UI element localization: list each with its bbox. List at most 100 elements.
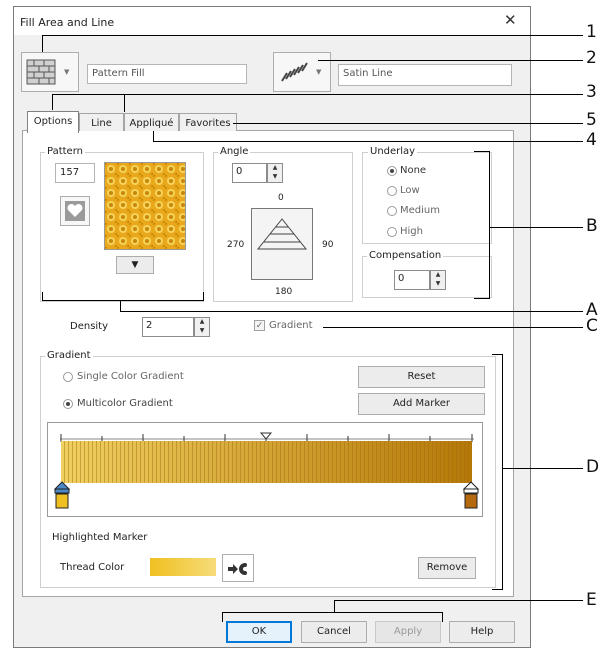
tab-options[interactable]: Options	[27, 111, 79, 133]
thread-color-picker-button[interactable]	[222, 554, 254, 582]
line-type-button[interactable]: ▼	[273, 52, 331, 92]
remove-marker-button[interactable]: Remove	[418, 557, 476, 579]
thread-color-swatch	[150, 558, 216, 576]
tab-line[interactable]: Line	[79, 113, 124, 131]
pattern-dropdown-button[interactable]: ▼	[116, 256, 154, 274]
callout-line-1-drop	[42, 35, 43, 52]
callout-line-e	[334, 600, 583, 601]
thread-color-label: Thread Color	[60, 562, 125, 573]
underlay-medium-label: Medium	[400, 205, 440, 216]
close-icon[interactable]: ✕	[504, 12, 517, 28]
tab-favorites[interactable]: Favorites	[179, 113, 237, 131]
callout-bracket-b	[489, 151, 490, 299]
compensation-spinner[interactable]: ▲ ▼	[430, 270, 446, 290]
apply-button: Apply	[375, 621, 441, 643]
angle-dial-top-label: 0	[278, 193, 284, 203]
multicolor-gradient-radio[interactable]	[63, 399, 73, 409]
underlay-high-label: High	[400, 226, 423, 237]
callout-line-3-left	[52, 94, 53, 110]
underlay-low-radio[interactable]	[387, 186, 397, 196]
callout-bracket-d	[502, 354, 503, 590]
callout-line-c	[323, 327, 583, 328]
help-button[interactable]: Help	[449, 621, 515, 643]
color-palette-icon	[228, 563, 247, 575]
callout-bracket-e-right	[442, 612, 443, 622]
angle-pointer-icon	[256, 218, 308, 250]
underlay-medium-radio[interactable]	[387, 206, 397, 216]
end-color-marker-icon[interactable]	[463, 481, 479, 511]
compensation-group-label: Compensation	[367, 250, 444, 261]
angle-dial[interactable]	[251, 208, 313, 280]
callout-2: 2	[586, 48, 597, 68]
reset-button[interactable]: Reset	[358, 366, 485, 388]
callout-e: E	[586, 590, 597, 610]
callout-line-4-drop	[153, 131, 154, 141]
callout-line-3	[52, 94, 583, 95]
callout-5: 5	[586, 110, 597, 130]
callout-bracket-e	[222, 612, 443, 613]
callout-line-d	[502, 468, 583, 469]
single-color-gradient-radio[interactable]	[63, 372, 73, 382]
angle-group-label: Angle	[218, 146, 251, 157]
underlay-high-radio[interactable]	[387, 227, 397, 237]
pattern-preview[interactable]	[104, 162, 186, 250]
callout-1: 1	[586, 22, 597, 42]
angle-dial-bottom-label: 180	[275, 287, 293, 297]
angle-dial-right-label: 90	[322, 240, 334, 250]
callout-bracket-a	[42, 300, 204, 301]
fill-type-button[interactable]: ▼	[21, 52, 79, 92]
satin-line-icon	[281, 62, 308, 82]
callout-line-3-right	[124, 94, 125, 112]
gradient-group-label: Gradient	[45, 350, 93, 361]
fill-type-field: Pattern Fill	[87, 64, 247, 84]
callout-bracket-b-top	[474, 151, 490, 152]
callout-bracket-b-bottom	[474, 298, 490, 299]
pattern-fill-icon	[26, 59, 56, 85]
highlighted-marker-label: Highlighted Marker	[52, 532, 148, 543]
pattern-number-field[interactable]: 157	[55, 163, 95, 183]
callout-bracket-e-left	[222, 612, 223, 622]
density-input[interactable]: 2	[142, 317, 194, 337]
angle-input[interactable]: 0	[232, 163, 267, 183]
pattern-swatch	[105, 163, 185, 249]
gradient-checkbox[interactable]: ✓	[254, 320, 265, 331]
callout-bracket-a-right	[203, 292, 204, 301]
ok-button[interactable]: OK	[226, 621, 292, 643]
angle-spinner[interactable]: ▲ ▼	[267, 163, 283, 183]
angle-dial-left-label: 270	[227, 240, 245, 250]
line-type-field: Satin Line	[338, 64, 512, 86]
tab-applique[interactable]: Appliqué	[124, 113, 179, 131]
callout-line-5	[233, 123, 583, 124]
callout-4: 4	[586, 130, 597, 150]
multicolor-gradient-label: Multicolor Gradient	[77, 398, 173, 409]
pattern-favorite-button[interactable]	[60, 196, 90, 226]
window-title: Fill Area and Line	[20, 16, 115, 29]
callout-b: B	[586, 216, 598, 236]
callout-c: C	[586, 316, 598, 336]
density-label: Density	[70, 321, 109, 332]
heart-icon	[65, 201, 85, 221]
density-spinner[interactable]: ▲ ▼	[194, 317, 210, 337]
compensation-input[interactable]: 0	[394, 270, 430, 290]
callout-d: D	[586, 457, 599, 477]
gradient-editor[interactable]	[47, 422, 483, 517]
gradient-checkbox-label: Gradient	[269, 320, 313, 331]
underlay-low-label: Low	[400, 185, 420, 196]
underlay-none-label: None	[400, 165, 427, 176]
underlay-group-label: Underlay	[368, 146, 418, 157]
callout-line-e-drop	[334, 600, 335, 612]
callout-line-4	[153, 141, 583, 142]
single-color-gradient-label: Single Color Gradient	[77, 371, 184, 382]
chevron-down-icon: ▼	[64, 68, 70, 76]
gradient-bar	[60, 432, 474, 483]
callout-line-a	[120, 311, 583, 312]
add-marker-button[interactable]: Add Marker	[358, 393, 485, 415]
cancel-button[interactable]: Cancel	[301, 621, 367, 643]
callout-bracket-d-bottom	[492, 589, 503, 590]
callout-line-1	[42, 35, 583, 36]
callout-3: 3	[586, 82, 597, 102]
underlay-group	[362, 152, 492, 244]
callout-line-2	[318, 60, 583, 61]
underlay-none-radio[interactable]	[387, 166, 397, 176]
start-color-marker-icon[interactable]	[54, 481, 70, 511]
